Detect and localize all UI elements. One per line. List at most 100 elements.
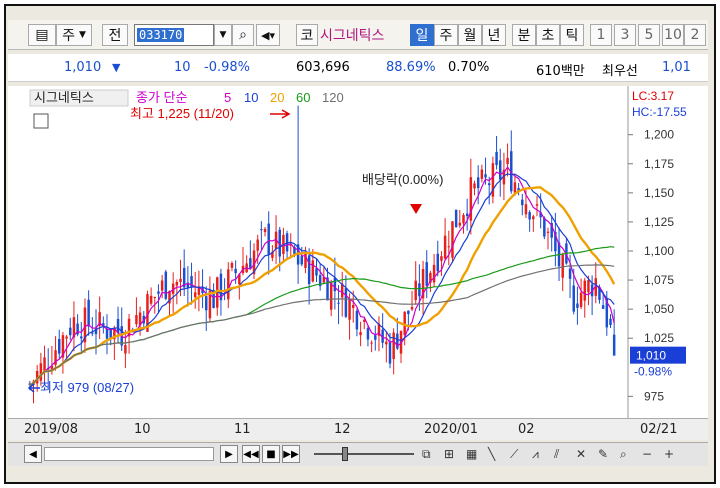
candle-body: [524, 204, 528, 215]
zoom-slider[interactable]: [314, 453, 414, 455]
period-week-tab[interactable]: 주: [434, 24, 458, 46]
tool-trend-icon[interactable]: ⟋: [510, 447, 518, 462]
candle-body: [612, 334, 616, 356]
candle-body: [370, 342, 373, 344]
y-tick-label: 1,025: [644, 331, 674, 345]
legend-ma-10: 10: [244, 90, 258, 105]
scroll-right-icon[interactable]: ▶: [220, 445, 238, 463]
candle-body: [164, 271, 168, 299]
candle-body: [105, 328, 109, 339]
interval-2-button[interactable]: 2: [684, 24, 706, 46]
jeon-button[interactable]: 전: [102, 24, 128, 46]
fast-forward-icon[interactable]: ▶▶: [282, 445, 300, 463]
candle-body: [230, 263, 234, 268]
scroll-track[interactable]: [44, 447, 214, 461]
search-icon[interactable]: ⌕: [232, 24, 254, 46]
code-dropdown-icon[interactable]: ▼: [214, 24, 232, 46]
candle-body: [480, 169, 484, 179]
period-day-tab[interactable]: 일: [410, 24, 434, 46]
period-minute-tab[interactable]: 분: [512, 24, 536, 46]
tool-cross-icon[interactable]: ✕: [576, 447, 586, 461]
candle-body: [440, 256, 443, 261]
candle-body: [528, 212, 531, 220]
interval-10-button[interactable]: 10: [662, 24, 684, 46]
magnifier-icon[interactable]: ⌕: [620, 447, 627, 462]
x-label-10: 10: [134, 422, 151, 437]
candle-body: [583, 280, 586, 301]
zoom-slider-handle[interactable]: [342, 447, 348, 461]
toolbar: ▤ 주 ▼ 전 033170 ▼ ⌕ ◀▾ 코 시그네틱스 일 주 월 년 분 초…: [8, 20, 708, 50]
stop-icon[interactable]: ■: [262, 445, 280, 463]
candle-body: [58, 338, 61, 354]
candle-body: [359, 332, 362, 336]
period-second-tab[interactable]: 초: [536, 24, 560, 46]
candle-body: [355, 310, 359, 330]
price-chart[interactable]: 1,200 1,175 1,150 1,125 1,100 1,075 1,050 1,025…: [8, 86, 708, 418]
period-month-tab[interactable]: 월: [458, 24, 482, 46]
tool-channel-icon[interactable]: ⫽: [554, 447, 559, 462]
candle-body: [465, 213, 469, 217]
candle-body: [157, 291, 160, 294]
interval-3-button[interactable]: 3: [614, 24, 636, 46]
candle-body: [43, 357, 46, 372]
high-annotation: 최고 1,225 (11/20): [130, 106, 234, 121]
rewind-icon[interactable]: ◀◀: [242, 445, 260, 463]
legend-stock-name: 시그네틱스: [34, 90, 94, 105]
candle-body: [451, 221, 454, 258]
candle-body: [300, 256, 304, 265]
tool-line-icon[interactable]: ╲: [488, 447, 495, 461]
market-type-select[interactable]: 주 ▼: [56, 24, 92, 46]
speaker-icon[interactable]: ◀▾: [256, 24, 280, 46]
candle-body: [260, 229, 263, 231]
tool-grid-icon[interactable]: ▦: [466, 447, 477, 461]
x-label-12: 12: [334, 422, 351, 437]
candlestick-chart[interactable]: 1,200 1,175 1,150 1,125 1,100 1,075 1,050 1,025…: [8, 86, 708, 418]
legend-ma-120: 120: [322, 90, 344, 105]
menu-icon[interactable]: ▤: [28, 24, 56, 46]
zoom-out-icon[interactable]: −: [642, 447, 652, 461]
y-tick-label: 1,150: [644, 186, 674, 200]
candle-body: [385, 341, 388, 345]
candle-body: [506, 157, 509, 165]
legend-ma-60: 60: [296, 90, 310, 105]
candle-body: [432, 264, 436, 283]
candle-body: [572, 285, 575, 312]
quote-bar: 1,010 ▼ 10 -0.98% 603,696 88.69% 0.70% 6…: [8, 54, 708, 82]
candle-body: [609, 318, 612, 325]
y-tick-label: 1,075: [644, 273, 674, 287]
candle-body: [175, 281, 179, 286]
candle-body: [315, 268, 318, 276]
y-tick-label: 1,100: [644, 244, 674, 258]
zoom-in-icon[interactable]: +: [664, 447, 674, 461]
candle-body: [568, 268, 572, 279]
period-tick-tab[interactable]: 틱: [560, 24, 584, 46]
candle-body: [80, 336, 83, 339]
lc-label: LC:3.17: [632, 89, 674, 103]
candle-body: [348, 299, 351, 320]
candle-body: [329, 281, 333, 310]
candle-body: [535, 204, 539, 206]
candle-body: [234, 268, 237, 274]
kospi-button[interactable]: 코: [296, 24, 318, 46]
period-year-tab[interactable]: 년: [482, 24, 506, 46]
tool-fib-icon[interactable]: ⩘: [532, 447, 539, 462]
preferred-value: 1,01: [662, 60, 691, 75]
tool-mark-icon[interactable]: ✎: [598, 447, 608, 461]
tool-split-icon[interactable]: ⊞: [444, 447, 454, 461]
grid-toggle-icon: [33, 113, 49, 129]
candle-body: [546, 231, 550, 233]
candle-body: [392, 332, 395, 360]
candle-body: [587, 279, 590, 293]
interval-1-button[interactable]: 1: [590, 24, 612, 46]
stock-code-input[interactable]: 033170: [134, 24, 214, 46]
legend-ma-label: 종가 단순: [136, 90, 187, 105]
scroll-left-icon[interactable]: ◀: [24, 445, 42, 463]
candle-body: [39, 363, 43, 381]
candle-body: [311, 260, 315, 282]
candle-body: [333, 277, 337, 292]
y-tick-label: 975: [644, 389, 664, 403]
interval-5-button[interactable]: 5: [638, 24, 660, 46]
candle-body: [179, 278, 182, 283]
tool-box-icon[interactable]: ⧉: [422, 447, 431, 462]
candle-body: [462, 215, 465, 224]
